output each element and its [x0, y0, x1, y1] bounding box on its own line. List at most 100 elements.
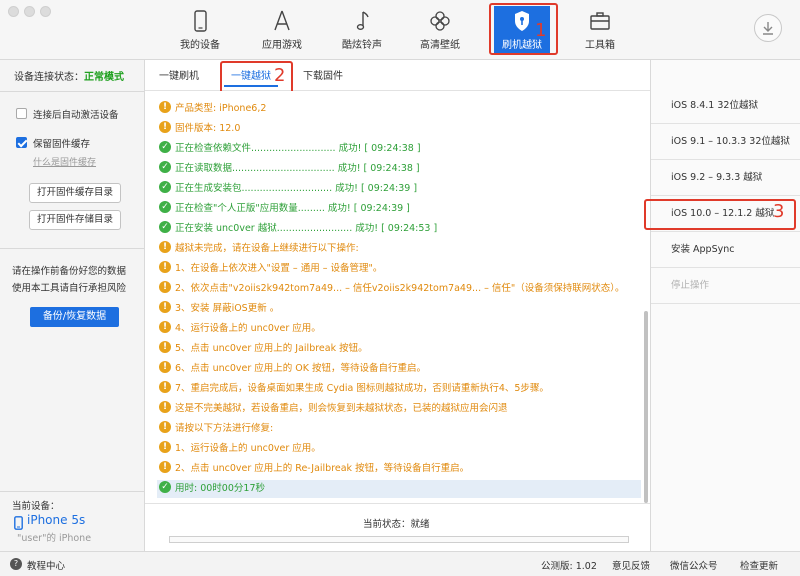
log-text: 固件版本: 12.0	[175, 123, 241, 134]
feedback-link[interactable]: 意见反馈	[612, 558, 650, 572]
music-note-icon	[334, 8, 390, 34]
tab-download-firmware[interactable]: 下载固件	[303, 67, 343, 82]
warning-circle-icon: !	[159, 121, 171, 133]
toolbar-label: 工具箱	[585, 40, 615, 51]
keep-cache-checkbox[interactable]	[16, 137, 27, 148]
check-update-link[interactable]: 检查更新	[740, 558, 778, 572]
left-panel: 设备连接状态：正常模式 连接后自动激活设备 保留固件缓存 什么是固件缓存 打开固…	[0, 60, 145, 551]
log-text: 用时: 00时00分17秒	[175, 483, 265, 494]
log-text: 6、点击 unc0ver 应用上的 OK 按钮，等待设备自行重启。	[175, 363, 427, 374]
toolbar-apps-games[interactable]: 应用游戏	[254, 6, 310, 54]
jailbreak-log: ! 产品类型: iPhone6,2! 固件版本: 12.0 ✓ 正在检查依赖文件....…	[145, 91, 643, 503]
warning-circle-icon: !	[159, 441, 171, 453]
check-circle-icon: ✓	[159, 201, 171, 213]
log-text: 正在读取数据..................................…	[175, 163, 420, 174]
top-toolbar: 我的设备 应用游戏 酷炫铃声 高清壁纸 刷机越狱 工具箱	[0, 0, 800, 60]
log-scrollbar[interactable]	[643, 91, 650, 503]
warning-circle-icon: !	[159, 321, 171, 333]
toolbar-wallpapers[interactable]: 高清壁纸	[412, 6, 468, 54]
log-text: 产品类型: iPhone6,2	[175, 103, 267, 114]
current-status: 当前状态：就绪	[363, 519, 430, 530]
jb-ios-9-1-10-3-3[interactable]: iOS 9.1 – 10.3.3 32位越狱	[651, 124, 800, 160]
open-store-dir-button[interactable]: 打开固件存储目录	[29, 210, 121, 230]
warning-circle-icon: !	[159, 381, 171, 393]
log-line: ✓ 用时: 00时00分17秒	[157, 480, 641, 498]
log-line: ✓ 正在生成安装包.............................. 成…	[159, 180, 417, 198]
backup-restore-button[interactable]: 备份/恢复数据	[30, 307, 119, 327]
right-panel: iOS 8.4.1 32位越狱 iOS 9.1 – 10.3.3 32位越狱 i…	[650, 60, 800, 551]
warning-circle-icon: !	[159, 241, 171, 253]
log-text: 1、在设备上依次进入"设置 – 通用 – 设备管理"。	[175, 263, 383, 274]
log-line: ! 产品类型: iPhone6,2	[159, 100, 266, 118]
log-scrollbar-thumb[interactable]	[644, 311, 648, 503]
window-close-button[interactable]	[8, 6, 19, 17]
log-line: ! 4、运行设备上的 unc0ver 应用。	[159, 320, 321, 338]
connection-status: 设备连接状态：正常模式	[14, 68, 124, 83]
warning-circle-icon: !	[159, 341, 171, 353]
install-appsync[interactable]: 安装 AppSync	[651, 232, 800, 268]
device-owner: "user"的 iPhone	[17, 533, 92, 544]
log-line: ! 3、安装 屏蔽iOS更新 。	[159, 300, 279, 318]
warning-circle-icon: !	[159, 301, 171, 313]
current-device-label: 当前设备：	[12, 501, 60, 512]
check-circle-icon: ✓	[159, 181, 171, 193]
auto-activate-checkbox[interactable]	[16, 108, 27, 119]
log-line: ✓ 正在检查"个人正版"应用数量......... 成功! [ 09:24:39 …	[159, 200, 410, 218]
warning-circle-icon: !	[159, 361, 171, 373]
footer-bar: ? 教程中心 公测版: 1.02 意见反馈 微信公众号 检查更新	[0, 551, 800, 576]
jb-ios-9-2-9-3-3[interactable]: iOS 9.2 – 9.3.3 越狱	[651, 160, 800, 196]
wechat-link[interactable]: 微信公众号	[670, 558, 718, 572]
log-line: ✓ 正在读取数据.................................…	[159, 160, 420, 178]
toolbar-my-device[interactable]: 我的设备	[172, 6, 228, 54]
window-zoom-button[interactable]	[40, 6, 51, 17]
download-button[interactable]	[754, 14, 782, 42]
annotation-number-1: 1	[535, 20, 547, 41]
warning-circle-icon: !	[159, 461, 171, 473]
log-line: ! 7、重启完成后，设备桌面如果生成 Cydia 图标则越狱成功，否则请重新执行4…	[159, 380, 549, 398]
toolbar-label: 我的设备	[180, 40, 220, 51]
status-area: 当前状态：就绪	[145, 503, 650, 551]
device-name: iPhone 5s	[27, 513, 86, 527]
toolbox-icon	[576, 8, 624, 34]
annotation-number-2: 2	[274, 65, 286, 86]
annotation-number-3: 3	[773, 201, 785, 222]
risk-warning: 使用本工具请自行承担风险	[12, 283, 127, 294]
log-line: ✓ 正在检查依赖文件............................ 成功…	[159, 140, 421, 158]
progress-bar	[169, 536, 629, 543]
check-circle-icon: ✓	[159, 161, 171, 173]
log-text: 7、重启完成后，设备桌面如果生成 Cydia 图标则越狱成功，否则请重新执行4、…	[175, 383, 549, 394]
toolbar-label: 高清壁纸	[420, 40, 460, 51]
backup-warning: 请在操作前备份好您的数据	[12, 266, 127, 277]
toolbar-toolbox[interactable]: 工具箱	[576, 6, 624, 54]
log-text: 越狱未完成，请在设备上继续进行以下操作:	[175, 243, 359, 254]
divider	[0, 248, 145, 249]
log-text: 正在检查依赖文件............................ 成功!…	[175, 143, 421, 154]
tutorial-center-link[interactable]: 教程中心	[27, 558, 65, 572]
toolbar-label: 酷炫铃声	[342, 40, 382, 51]
toolbar-label: 应用游戏	[262, 40, 302, 51]
log-line: ! 2、依次点击"v2oiis2k942tom7a49... – 信任v2oiis…	[159, 280, 625, 298]
warning-circle-icon: !	[159, 261, 171, 273]
jb-ios-8-4-1[interactable]: iOS 8.4.1 32位越狱	[651, 88, 800, 124]
check-circle-icon: ✓	[159, 221, 171, 233]
log-text: 4、运行设备上的 unc0ver 应用。	[175, 323, 321, 334]
what-is-cache-link[interactable]: 什么是固件缓存	[33, 155, 96, 168]
connection-status-value: 正常模式	[84, 72, 124, 83]
toolbar-ringtones[interactable]: 酷炫铃声	[334, 6, 390, 54]
log-text: 正在生成安装包.............................. 成功…	[175, 183, 418, 194]
auto-activate-label: 连接后自动激活设备	[33, 110, 119, 121]
divider	[0, 491, 145, 492]
log-text: 正在安装 unc0ver 越狱.........................…	[175, 223, 438, 234]
window-minimize-button[interactable]	[24, 6, 35, 17]
open-cache-dir-button[interactable]: 打开固件缓存目录	[29, 183, 121, 203]
log-text: 5、点击 unc0ver 应用上的 Jailbreak 按钮。	[175, 343, 368, 354]
tab-one-click-flash[interactable]: 一键刷机	[159, 67, 199, 82]
keep-cache-label: 保留固件缓存	[33, 139, 91, 150]
stop-operation[interactable]: 停止操作	[651, 268, 800, 304]
log-text: 1、运行设备上的 unc0ver 应用。	[175, 443, 321, 454]
check-circle-icon: ✓	[159, 481, 171, 493]
annotation-box-1	[489, 3, 558, 55]
log-text: 这是不完美越狱，若设备重启，则会恢复到未越狱状态，已装的越狱应用会闪退	[175, 403, 508, 414]
log-line: ! 请按以下方法进行修复:	[159, 420, 273, 438]
connection-status-label: 设备连接状态：	[14, 72, 84, 83]
